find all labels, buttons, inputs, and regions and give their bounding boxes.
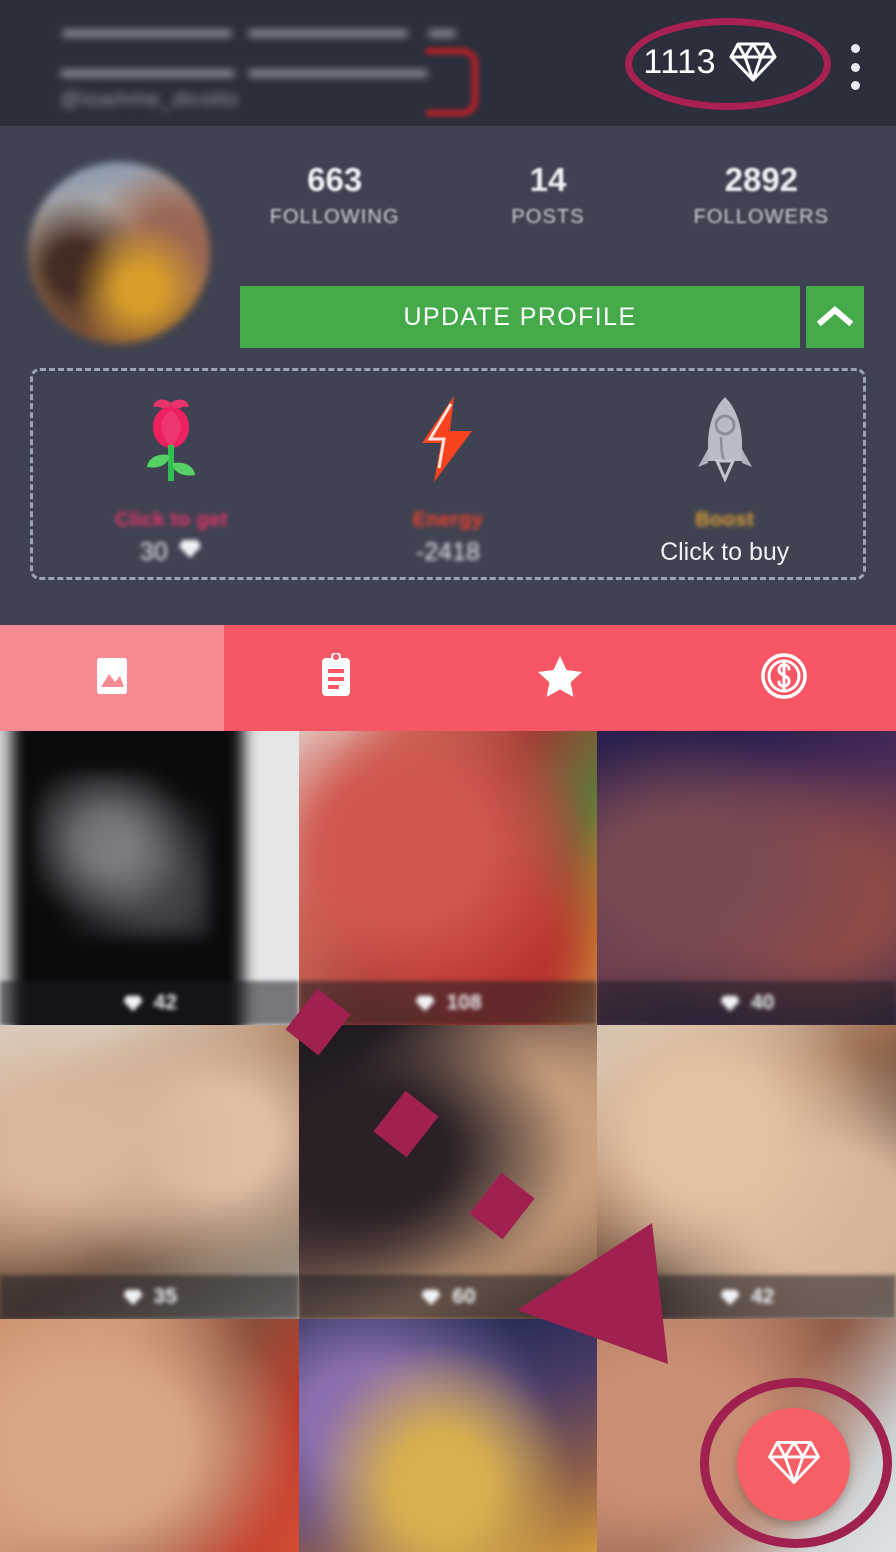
kebab-menu-icon[interactable] bbox=[850, 44, 860, 90]
diamond-icon bbox=[177, 538, 203, 567]
tab-coins[interactable] bbox=[672, 625, 896, 731]
perk-value: Click to buy bbox=[660, 538, 790, 566]
update-profile-button[interactable]: UPDATE PROFILE bbox=[240, 286, 800, 348]
photo-gem-count: 42 bbox=[597, 1275, 896, 1319]
stat-label: FOLLOWING bbox=[269, 206, 400, 228]
perk-rose[interactable]: Click to get 30 bbox=[33, 371, 310, 577]
photo-count-label: 42 bbox=[153, 991, 177, 1014]
photo-gem-count: 108 bbox=[298, 981, 598, 1025]
stat-followers[interactable]: 2892 FOLLOWERS bbox=[655, 160, 868, 229]
grid-cell[interactable]: 35 bbox=[0, 1025, 299, 1319]
perk-label: Click to get bbox=[115, 509, 228, 531]
grid-cell[interactable]: 42 bbox=[0, 731, 299, 1025]
lightning-bolt-icon bbox=[414, 393, 482, 485]
image-icon bbox=[89, 653, 135, 704]
profile-actions: UPDATE PROFILE bbox=[240, 286, 864, 348]
red-bracket-decoration bbox=[426, 48, 478, 116]
username-handle: @ioamme_dicotto bbox=[60, 88, 239, 111]
photo-count-label: 60 bbox=[452, 1285, 476, 1308]
stat-label: FOLLOWERS bbox=[693, 206, 830, 228]
diamond-icon bbox=[421, 1289, 441, 1305]
gem-balance-highlight-annotation bbox=[625, 18, 831, 110]
collapse-profile-button[interactable] bbox=[806, 286, 864, 348]
perk-label: Boost bbox=[695, 509, 755, 531]
app-root: @ioamme_dicotto 1113 663 FOLLOWING 14 PO… bbox=[0, 0, 896, 1552]
blurred-text-line bbox=[60, 70, 235, 77]
grid-cell[interactable] bbox=[298, 1319, 598, 1552]
fab-highlight-annotation bbox=[700, 1378, 892, 1548]
stat-following[interactable]: 663 FOLLOWING bbox=[228, 160, 441, 229]
perk-value-row: -2418 bbox=[416, 538, 480, 567]
rocket-icon bbox=[693, 393, 757, 485]
blurred-text-line bbox=[248, 30, 408, 37]
tab-tasks[interactable] bbox=[224, 625, 448, 731]
perk-boost[interactable]: Boost Click to buy bbox=[586, 371, 863, 577]
profile-section: 663 FOLLOWING 14 POSTS 2892 FOLLOWERS UP… bbox=[0, 126, 896, 625]
stat-value: 14 bbox=[529, 161, 567, 198]
perk-value-row: Click to buy bbox=[660, 538, 789, 567]
blurred-text-line bbox=[248, 70, 428, 77]
grid-cell[interactable]: 40 bbox=[597, 731, 896, 1025]
grid-cell[interactable]: 60 bbox=[298, 1025, 598, 1319]
diamond-icon bbox=[720, 1289, 740, 1305]
photo-gem-count: 60 bbox=[298, 1275, 598, 1319]
stat-value: 2892 bbox=[724, 161, 799, 198]
stat-posts[interactable]: 14 POSTS bbox=[441, 160, 654, 229]
perk-energy[interactable]: Energy -2418 bbox=[310, 371, 587, 577]
perk-value: -2418 bbox=[416, 538, 480, 566]
profile-avatar[interactable] bbox=[28, 162, 210, 344]
photo-count-label: 42 bbox=[750, 1285, 775, 1308]
profile-stats: 663 FOLLOWING 14 POSTS 2892 FOLLOWERS bbox=[228, 160, 868, 229]
tab-bar bbox=[0, 625, 896, 731]
diamond-icon bbox=[123, 1289, 143, 1305]
perk-label: Energy bbox=[412, 509, 484, 531]
grid-cell[interactable] bbox=[0, 1319, 299, 1552]
diamond-icon bbox=[415, 995, 435, 1011]
photo-gem-count: 42 bbox=[0, 981, 299, 1025]
stat-value: 663 bbox=[307, 161, 363, 198]
top-bar: @ioamme_dicotto 1113 bbox=[0, 0, 896, 126]
diamond-icon bbox=[123, 995, 143, 1011]
tab-photos[interactable] bbox=[0, 625, 224, 731]
clipboard-icon bbox=[314, 651, 358, 706]
photo-gem-count: 35 bbox=[0, 1275, 299, 1319]
blurred-text-line bbox=[428, 30, 456, 37]
grid-cell[interactable]: 108 bbox=[298, 731, 598, 1025]
photo-count-label: 40 bbox=[750, 991, 775, 1014]
perk-value: 30 bbox=[139, 538, 168, 566]
perk-value-row: 30 bbox=[140, 538, 203, 567]
tab-starred[interactable] bbox=[448, 625, 672, 731]
photo-thumbnail bbox=[0, 1319, 299, 1552]
username-block: @ioamme_dicotto bbox=[36, 22, 478, 116]
photo-gem-count: 40 bbox=[597, 981, 896, 1025]
rose-icon bbox=[134, 393, 208, 485]
photo-count-label: 35 bbox=[153, 1285, 177, 1308]
diamond-icon bbox=[720, 995, 740, 1011]
photo-count-label: 108 bbox=[446, 991, 482, 1014]
perks-card: Click to get 30 Energy -2418 Boost Click… bbox=[30, 368, 866, 580]
chevron-up-icon bbox=[816, 304, 854, 331]
dollar-coin-icon bbox=[759, 651, 809, 706]
blurred-text-line bbox=[62, 30, 232, 37]
stat-label: POSTS bbox=[511, 206, 585, 228]
photo-thumbnail bbox=[298, 1319, 598, 1552]
grid-cell[interactable]: 42 bbox=[597, 1025, 896, 1319]
star-icon bbox=[536, 653, 584, 704]
